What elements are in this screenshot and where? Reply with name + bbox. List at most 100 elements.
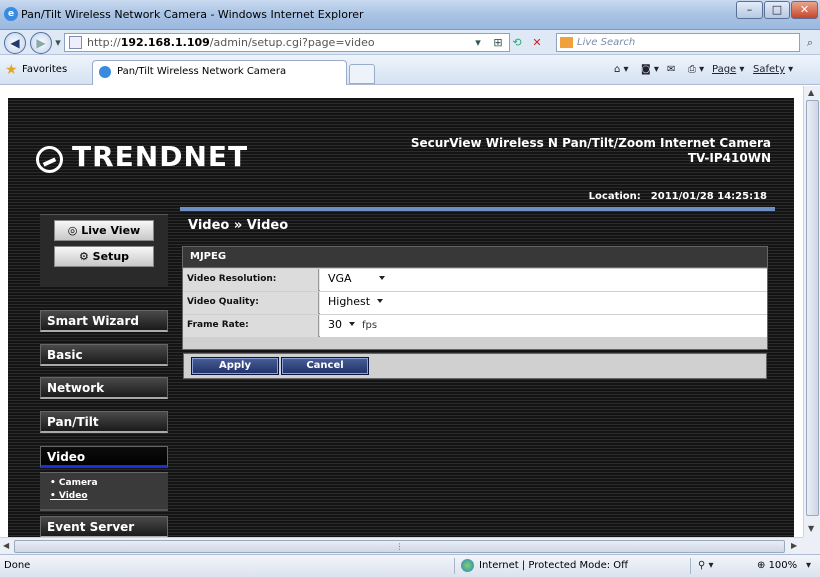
security-zone-text[interactable]: Internet | Protected Mode: Off xyxy=(479,560,628,571)
scroll-down-icon[interactable]: ▼ xyxy=(808,524,814,533)
page-menu[interactable]: Page ▾ xyxy=(712,64,744,75)
refresh-icon[interactable]: ⟲ xyxy=(508,34,526,51)
video-quality-select[interactable]: Highest xyxy=(324,294,386,312)
video-resolution-select[interactable]: VGA xyxy=(324,271,388,289)
chevron-down-icon xyxy=(349,322,355,326)
location-datetime: 2011/01/28 14:25:18 xyxy=(650,191,767,202)
header-divider xyxy=(180,207,775,211)
safety-menu[interactable]: Safety ▾ xyxy=(753,64,793,75)
brand-logo: TRENDNET xyxy=(72,140,249,173)
cancel-button[interactable]: Cancel xyxy=(281,357,369,375)
minimize-button[interactable]: – xyxy=(736,1,763,19)
live-view-button[interactable]: ◎ Live View xyxy=(54,220,154,241)
eye-icon: ◎ xyxy=(67,224,82,237)
chevron-down-icon xyxy=(377,299,383,303)
read-mail-icon[interactable]: ✉ xyxy=(667,64,675,75)
zoom-level[interactable]: ⊕ 100% xyxy=(757,560,797,571)
menu-pan-tilt[interactable]: Pan/Tilt xyxy=(40,411,168,433)
status-divider xyxy=(454,558,455,574)
browser-tab[interactable]: Pan/Tilt Wireless Network Camera xyxy=(92,60,347,85)
ie-icon: e xyxy=(4,7,18,21)
address-toolbar: ◀ ▶ ▾ http://192.168.1.109/admin/setup.c… xyxy=(0,30,820,55)
favorites-button[interactable]: Favorites xyxy=(22,64,67,75)
view-mode-box: ◎ Live View ⚙ Setup xyxy=(40,214,168,287)
maximize-button[interactable]: □ xyxy=(764,1,790,19)
zoom-dropdown-icon[interactable]: ▾ xyxy=(806,560,811,571)
frame-rate-unit: fps xyxy=(362,320,378,331)
url-host: 192.168.1.109 xyxy=(120,36,210,49)
window-titlebar: e Pan/Tilt Wireless Network Camera - Win… xyxy=(0,0,820,30)
search-icon[interactable]: ⌕ xyxy=(801,34,819,51)
url-path: /admin/setup.cgi?page=video xyxy=(209,36,375,49)
page-title: Video » Video xyxy=(188,218,289,233)
setup-button[interactable]: ⚙ Setup xyxy=(54,246,154,267)
favorites-star-icon[interactable]: ★ xyxy=(5,62,18,78)
live-view-label: Live View xyxy=(81,224,141,237)
stop-icon[interactable]: ✕ xyxy=(528,34,546,51)
status-text: Done xyxy=(4,560,31,571)
video-quality-value: Highest xyxy=(328,295,371,308)
submenu-video[interactable]: • Video xyxy=(50,490,168,503)
feeds-icon[interactable]: ◙ ▾ xyxy=(641,64,659,75)
frame-rate-value: 30 xyxy=(328,318,342,331)
menu-basic[interactable]: Basic xyxy=(40,344,168,366)
favorites-bar: ★ Favorites Pan/Tilt Wireless Network Ca… xyxy=(0,55,820,85)
print-icon[interactable]: ⎙ ▾ xyxy=(688,64,704,75)
frame-rate-select[interactable]: 30 xyxy=(324,317,358,335)
back-button[interactable]: ◀ xyxy=(4,32,26,54)
chevron-down-icon xyxy=(379,276,385,280)
address-bar[interactable]: http://192.168.1.109/admin/setup.cgi?pag… xyxy=(64,33,510,52)
trendnet-logo-icon xyxy=(36,146,63,173)
vertical-scroll-thumb[interactable] xyxy=(806,100,819,516)
page-viewport: TRENDNET SecurView Wireless N Pan/Tilt/Z… xyxy=(0,86,803,537)
video-resolution-cell: VGA xyxy=(320,269,767,291)
frame-rate-label: Frame Rate: xyxy=(183,315,319,337)
address-dropdown-icon[interactable]: ▾ xyxy=(469,34,487,51)
page-icon xyxy=(69,36,82,49)
product-model: TV-IP410WN xyxy=(687,151,771,165)
status-bar: Done Internet | Protected Mode: Off ⚲ ▾ … xyxy=(0,554,820,577)
live-search-icon xyxy=(560,37,573,48)
video-resolution-label: Video Resolution: xyxy=(183,269,319,291)
safety-menu-label: Safety xyxy=(753,64,785,75)
protected-mode-icon[interactable]: ⚲ ▾ xyxy=(698,560,714,571)
vertical-scrollbar[interactable]: ▲ ▼ xyxy=(803,86,820,537)
search-input[interactable]: Live Search xyxy=(556,33,800,52)
scroll-corner xyxy=(803,537,820,554)
horizontal-scrollbar[interactable]: ◀ ⋮ ▶ xyxy=(0,537,803,554)
video-quality-row: Video Quality: Highest xyxy=(183,292,767,314)
frame-rate-row: Frame Rate: 30 fps xyxy=(183,315,767,337)
tab-title: Pan/Tilt Wireless Network Camera xyxy=(117,66,287,77)
video-submenu: • Camera • Video xyxy=(40,472,168,511)
menu-smart-wizard[interactable]: Smart Wizard xyxy=(40,310,168,332)
new-tab-button[interactable] xyxy=(349,64,375,84)
window-title: Pan/Tilt Wireless Network Camera - Windo… xyxy=(21,8,364,21)
submenu-camera[interactable]: • Camera xyxy=(50,477,168,490)
home-icon[interactable]: ⌂ ▾ xyxy=(614,64,629,75)
page-menu-label: Page xyxy=(712,64,737,75)
horizontal-scroll-thumb[interactable]: ⋮ xyxy=(14,540,785,553)
scroll-right-icon[interactable]: ▶ xyxy=(791,541,797,550)
scroll-up-icon[interactable]: ▲ xyxy=(808,88,814,97)
section-header: MJPEG xyxy=(182,246,768,268)
menu-network[interactable]: Network xyxy=(40,377,168,399)
location-label: Location: xyxy=(588,191,641,202)
setup-label: Setup xyxy=(92,250,130,263)
close-button[interactable]: ✕ xyxy=(791,1,818,19)
menu-video[interactable]: Video xyxy=(40,446,168,468)
gear-icon: ⚙ xyxy=(78,250,93,263)
video-resolution-row: Video Resolution: VGA xyxy=(183,269,767,291)
location-readout: Location: 2011/01/28 14:25:18 xyxy=(589,191,767,202)
product-title: SecurView Wireless N Pan/Tilt/Zoom Inter… xyxy=(411,136,771,166)
url-prefix: http:// xyxy=(87,36,121,49)
scroll-left-icon[interactable]: ◀ xyxy=(3,541,9,550)
video-quality-label: Video Quality: xyxy=(183,292,319,314)
apply-button[interactable]: Apply xyxy=(191,357,279,375)
compatibility-icon[interactable]: ⊞ xyxy=(489,34,507,51)
status-divider xyxy=(690,558,691,574)
tab-ie-icon xyxy=(99,66,111,78)
action-bar: Apply Cancel xyxy=(183,353,767,379)
product-name: SecurView Wireless N Pan/Tilt/Zoom Inter… xyxy=(410,136,771,150)
zoom-value: 100% xyxy=(768,560,798,571)
menu-event-server[interactable]: Event Server xyxy=(40,516,168,537)
